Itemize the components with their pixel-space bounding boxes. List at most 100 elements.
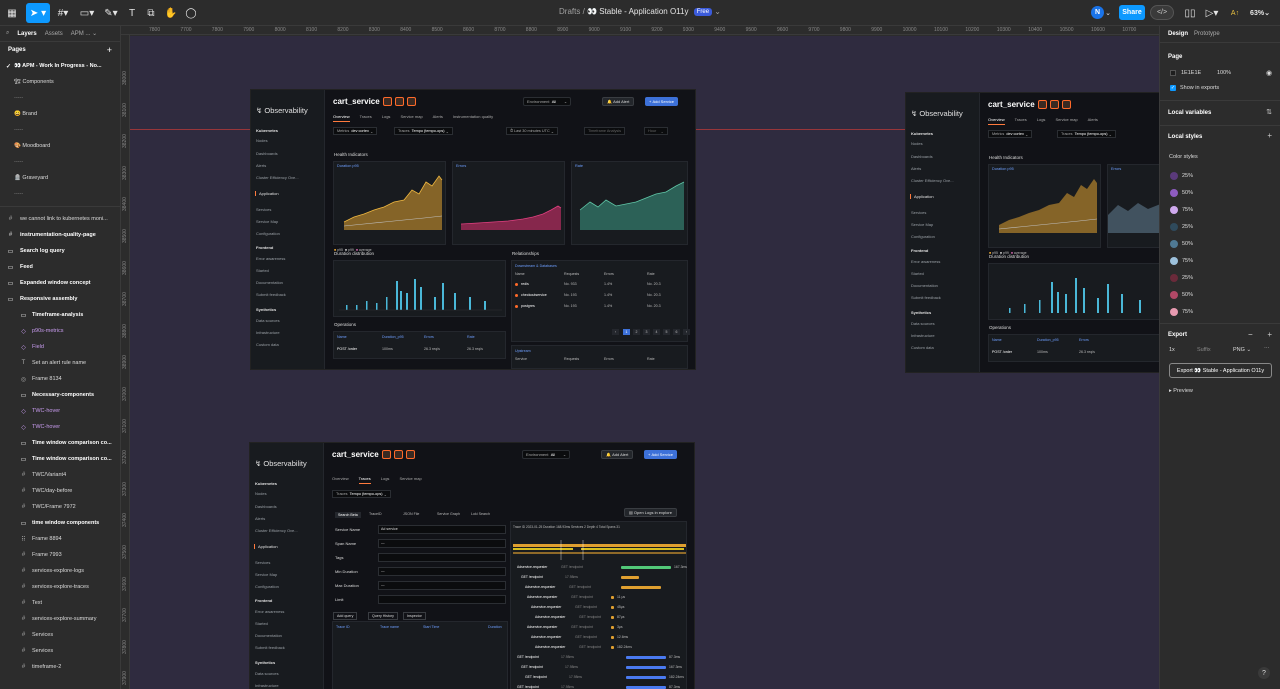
layer-item[interactable]: # services-explore-logs xyxy=(0,563,120,579)
local-variables-title[interactable]: Local variables xyxy=(1168,110,1211,116)
tab-design[interactable]: Design xyxy=(1168,31,1188,37)
layer-item[interactable]: ◇ Field xyxy=(0,339,120,355)
ruler-tick-label: 9200 xyxy=(651,27,663,33)
add-style-icon[interactable]: + xyxy=(1267,131,1272,140)
file-name[interactable]: 👀 Stable - Application O11y xyxy=(587,7,688,16)
mock-hour: Hour ⌄ xyxy=(644,127,668,135)
layer-item[interactable]: ▭ Timeframe-analysis xyxy=(0,307,120,323)
layer-item[interactable]: ▭ Time window comparison co... xyxy=(0,451,120,467)
breadcrumb-drafts[interactable]: Drafts xyxy=(559,7,580,16)
color-style-label[interactable]: 50% xyxy=(1182,241,1193,247)
layer-item[interactable]: ▭ Time window comparison co... xyxy=(0,435,120,451)
share-button[interactable]: Share xyxy=(1119,5,1145,20)
color-style-swatch[interactable] xyxy=(1170,206,1178,214)
color-style-label[interactable]: 25% xyxy=(1182,224,1193,230)
layer-item[interactable]: # TWC/Variant4 xyxy=(0,467,120,483)
color-style-swatch[interactable] xyxy=(1170,291,1178,299)
page-item[interactable]: ----- xyxy=(0,122,120,138)
search-icon[interactable]: ⌕ xyxy=(6,30,9,37)
color-style-label[interactable]: 25% xyxy=(1182,275,1193,281)
layer-item[interactable]: # Services xyxy=(0,643,120,659)
page-item[interactable]: 🪦 Graveyard xyxy=(0,170,120,186)
page-item[interactable]: 🎨 Moodboard xyxy=(0,138,120,154)
color-style-label[interactable]: 75% xyxy=(1182,207,1193,213)
color-style-label[interactable]: 50% xyxy=(1182,292,1193,298)
layer-item[interactable]: # instrumentation-quality-page xyxy=(0,227,120,243)
color-style-label[interactable]: 75% xyxy=(1182,258,1193,264)
help-button[interactable]: ? xyxy=(1258,667,1270,679)
color-style-label[interactable]: 25% xyxy=(1182,173,1193,179)
canvas[interactable]: ↯ Observability Kubernetes Nodes Dashboard… xyxy=(130,36,1159,689)
layer-item[interactable]: ◇ TWC-hover xyxy=(0,419,120,435)
page-item[interactable]: 😀 Brand xyxy=(0,106,120,122)
layer-item[interactable]: ▭ Feed xyxy=(0,259,120,275)
remove-export-icon[interactable]: − xyxy=(1248,330,1253,339)
layer-item[interactable]: ▭ Responsive assembly xyxy=(0,291,120,307)
color-style-swatch[interactable] xyxy=(1170,274,1178,282)
page-opacity-value[interactable]: 100% xyxy=(1217,70,1231,76)
present-icon[interactable]: ▷▾ xyxy=(1204,3,1220,23)
export-more-icon[interactable]: ⋯ xyxy=(1264,346,1270,352)
layer-item[interactable]: # TWC/Frame 7972 xyxy=(0,499,120,515)
layer-item[interactable]: ⠿ Frame 8894 xyxy=(0,531,120,547)
page-item[interactable]: ----- xyxy=(0,90,120,106)
page-color-swatch[interactable] xyxy=(1170,70,1176,76)
zoom-level[interactable]: 63% ⌄ xyxy=(1249,3,1271,23)
page-color-value[interactable]: 1E1E1E xyxy=(1181,70,1201,76)
layer-item[interactable]: # services-explore-summary xyxy=(0,611,120,627)
export-button[interactable]: Export 👀 Stable - Application O11y xyxy=(1169,363,1272,378)
layer-item[interactable]: ▭ Search log query xyxy=(0,243,120,259)
export-scale[interactable]: 1x xyxy=(1169,347,1175,353)
avatar[interactable]: N xyxy=(1091,6,1104,19)
layer-item[interactable]: # Services xyxy=(0,627,120,643)
layer-item[interactable]: # TWC/day-before xyxy=(0,483,120,499)
color-style-swatch[interactable] xyxy=(1170,240,1178,248)
frame-overview-responsive[interactable]: ↯ Observability Kubernetes Nodes Dashboard… xyxy=(905,92,1159,373)
page-item[interactable]: ----- xyxy=(0,154,120,170)
preview-toggle[interactable]: ▸ Preview xyxy=(1169,388,1193,394)
breadcrumb[interactable]: Drafts / 👀 Stable - Application O11y Fre… xyxy=(0,7,1280,16)
frame-overview[interactable]: ↯ Observability Kubernetes Nodes Dashboard… xyxy=(250,89,696,370)
ai-icon[interactable]: A↑ xyxy=(1228,3,1242,23)
file-menu-chevron-icon[interactable]: ⌄ xyxy=(714,7,721,16)
export-suffix[interactable]: Suffix xyxy=(1197,347,1211,353)
layer-item[interactable]: T Set an alert rule name xyxy=(0,355,120,371)
page-item[interactable]: ✓ 👀 APM - Work In Progress - No... xyxy=(0,58,120,74)
tab-assets[interactable]: Assets xyxy=(45,31,63,37)
layer-item[interactable]: ◎ Frame 8134 xyxy=(0,371,120,387)
mock-tab-service-map-b: Service map xyxy=(1055,117,1078,122)
page-switcher[interactable]: APM ... ⌄ xyxy=(71,30,97,37)
layer-item[interactable]: ◇ p90s-metrics xyxy=(0,323,120,339)
color-style-swatch[interactable] xyxy=(1170,172,1178,180)
tab-prototype[interactable]: Prototype xyxy=(1194,31,1220,37)
variables-settings-icon[interactable]: ⇅ xyxy=(1266,108,1272,116)
eye-icon[interactable]: ◉ xyxy=(1266,69,1272,77)
dev-mode-toggle-icon[interactable]: </> xyxy=(1150,5,1174,20)
layer-item[interactable]: ▭ Necessary-components xyxy=(0,387,120,403)
avatar-chevron-icon[interactable]: ⌄ xyxy=(1104,3,1112,23)
color-style-swatch[interactable] xyxy=(1170,308,1178,316)
layer-item[interactable]: # we cannot link to kubernetes moni... xyxy=(0,211,120,227)
layer-item[interactable]: # Frame 7993 xyxy=(0,547,120,563)
add-page-icon[interactable]: + xyxy=(107,45,112,55)
page-item[interactable]: 🏗 Components xyxy=(0,74,120,90)
layer-item[interactable]: ▭ time window components xyxy=(0,515,120,531)
layer-item[interactable]: ◇ TWC-hover xyxy=(0,403,120,419)
color-style-swatch[interactable] xyxy=(1170,223,1178,231)
color-style-label[interactable]: 50% xyxy=(1182,190,1193,196)
export-format[interactable]: PNG ⌄ xyxy=(1233,347,1251,353)
tab-layers[interactable]: Layers xyxy=(17,31,36,37)
frame-icon: # xyxy=(8,216,13,222)
show-exports-checkbox-icon[interactable]: ✓ xyxy=(1170,85,1176,91)
page-item[interactable]: ----- xyxy=(0,186,120,202)
color-style-label[interactable]: 75% xyxy=(1182,309,1193,315)
layer-item[interactable]: # Text xyxy=(0,595,120,611)
color-style-swatch[interactable] xyxy=(1170,257,1178,265)
color-style-swatch[interactable] xyxy=(1170,189,1178,197)
layer-item[interactable]: ▭ Expanded window concept xyxy=(0,275,120,291)
layer-item[interactable]: # services-explore-traces xyxy=(0,579,120,595)
add-export-icon[interactable]: + xyxy=(1267,330,1272,339)
layer-item[interactable]: # timeframe-2 xyxy=(0,659,120,675)
library-icon[interactable]: ▯▯ xyxy=(1183,3,1197,23)
frame-traces[interactable]: ↯ Observability Kubernetes Nodes Dashboard… xyxy=(249,442,695,689)
